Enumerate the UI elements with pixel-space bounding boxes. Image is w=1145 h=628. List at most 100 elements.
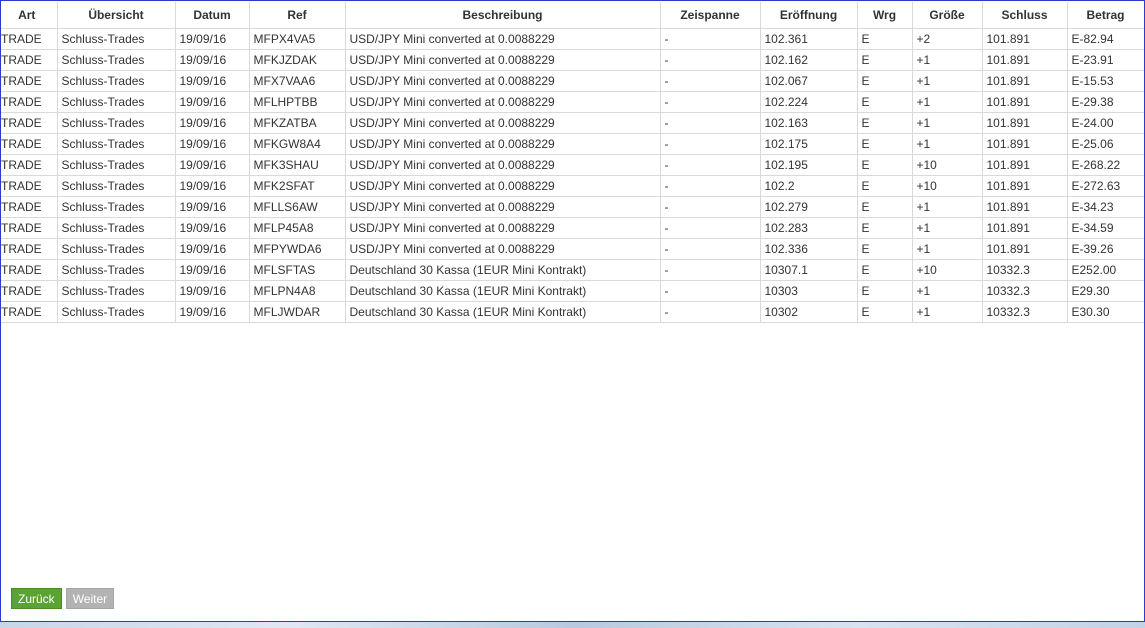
cell-beschreibung: Deutschland 30 Kassa (1EUR Mini Kontrakt… — [344, 301, 661, 323]
cell-eroeffnung: 102.279 — [759, 196, 858, 218]
cell-betrag: E-34.23 — [1066, 196, 1144, 218]
cell-ref: MFKJZDAK — [248, 49, 346, 71]
next-button[interactable]: Weiter — [65, 588, 115, 609]
cell-wrg: E — [856, 196, 913, 218]
cell-art: TRADE — [1, 175, 58, 197]
cell-groesse: +10 — [911, 175, 983, 197]
column-header-eroeffnung[interactable]: Eröffnung — [759, 2, 858, 29]
cell-eroeffnung: 102.361 — [759, 28, 858, 50]
cell-uebersicht: Schluss-Trades — [56, 28, 176, 50]
cell-zeispanne: - — [659, 196, 761, 218]
column-header-betrag[interactable]: Betrag — [1066, 2, 1144, 29]
cell-uebersicht: Schluss-Trades — [56, 259, 176, 281]
cell-ref: MFLSFTAS — [248, 259, 346, 281]
cell-schluss: 101.891 — [981, 133, 1068, 155]
back-button[interactable]: Zurück — [11, 588, 62, 609]
column-header-schluss[interactable]: Schluss — [981, 2, 1068, 29]
column-header-datum[interactable]: Datum — [174, 2, 250, 29]
cell-ref: MFLHPTBB — [248, 91, 346, 113]
cell-art: TRADE — [1, 154, 58, 176]
cell-beschreibung: USD/JPY Mini converted at 0.0088229 — [344, 238, 661, 260]
cell-eroeffnung: 102.175 — [759, 133, 858, 155]
cell-beschreibung: USD/JPY Mini converted at 0.0088229 — [344, 196, 661, 218]
cell-zeispanne: - — [659, 154, 761, 176]
cell-beschreibung: Deutschland 30 Kassa (1EUR Mini Kontrakt… — [344, 259, 661, 281]
cell-ref: MFPYWDA6 — [248, 238, 346, 260]
cell-art: TRADE — [1, 259, 58, 281]
cell-art: TRADE — [1, 28, 58, 50]
cell-zeispanne: - — [659, 259, 761, 281]
cell-datum: 19/09/16 — [174, 91, 250, 113]
cell-wrg: E — [856, 217, 913, 239]
column-header-zeispanne[interactable]: Zeispanne — [659, 2, 761, 29]
cell-zeispanne: - — [659, 238, 761, 260]
cell-eroeffnung: 10307.1 — [759, 259, 858, 281]
column-header-uebersicht[interactable]: Übersicht — [56, 2, 176, 29]
cell-eroeffnung: 102.2 — [759, 175, 858, 197]
column-header-wrg[interactable]: Wrg — [856, 2, 913, 29]
cell-wrg: E — [856, 49, 913, 71]
cell-eroeffnung: 10302 — [759, 301, 858, 323]
column-header-beschreibung[interactable]: Beschreibung — [344, 2, 661, 29]
cell-betrag: E-23.91 — [1066, 49, 1144, 71]
cell-art: TRADE — [1, 217, 58, 239]
cell-uebersicht: Schluss-Trades — [56, 217, 176, 239]
cell-datum: 19/09/16 — [174, 49, 250, 71]
cell-betrag: E30.30 — [1066, 301, 1144, 323]
report-frame: Art Übersicht Datum Ref Beschreibung Zei… — [0, 0, 1145, 622]
cell-datum: 19/09/16 — [174, 112, 250, 134]
cell-beschreibung: USD/JPY Mini converted at 0.0088229 — [344, 91, 661, 113]
cell-groesse: +1 — [911, 133, 983, 155]
cell-wrg: E — [856, 70, 913, 92]
column-header-ref[interactable]: Ref — [248, 2, 346, 29]
table-row: TRADE Schluss-Trades 19/09/16 MFLP45A8 USD/J… — [1, 217, 1144, 239]
cell-zeispanne: - — [659, 28, 761, 50]
cell-schluss: 101.891 — [981, 91, 1068, 113]
cell-datum: 19/09/16 — [174, 280, 250, 302]
column-header-groesse[interactable]: Größe — [911, 2, 983, 29]
table-row: TRADE Schluss-Trades 19/09/16 MFLSFTAS Deuts… — [1, 259, 1144, 281]
cell-wrg: E — [856, 133, 913, 155]
cell-uebersicht: Schluss-Trades — [56, 70, 176, 92]
cell-wrg: E — [856, 154, 913, 176]
table-row: TRADE Schluss-Trades 19/09/16 MFK2SFAT USD/J… — [1, 175, 1144, 197]
cell-beschreibung: USD/JPY Mini converted at 0.0088229 — [344, 133, 661, 155]
cell-uebersicht: Schluss-Trades — [56, 112, 176, 134]
cell-ref: MFPX4VA5 — [248, 28, 346, 50]
cell-art: TRADE — [1, 91, 58, 113]
cell-eroeffnung: 102.195 — [759, 154, 858, 176]
cell-schluss: 101.891 — [981, 175, 1068, 197]
cell-eroeffnung: 102.067 — [759, 70, 858, 92]
cell-wrg: E — [856, 91, 913, 113]
cell-groesse: +1 — [911, 196, 983, 218]
cell-schluss: 10332.3 — [981, 301, 1068, 323]
cell-beschreibung: USD/JPY Mini converted at 0.0088229 — [344, 217, 661, 239]
trades-table: Art Übersicht Datum Ref Beschreibung Zei… — [1, 2, 1144, 323]
table-row: TRADE Schluss-Trades 19/09/16 MFK3SHAU USD/J… — [1, 154, 1144, 176]
cell-ref: MFK3SHAU — [248, 154, 346, 176]
cell-schluss: 101.891 — [981, 238, 1068, 260]
cell-zeispanne: - — [659, 175, 761, 197]
cell-beschreibung: USD/JPY Mini converted at 0.0088229 — [344, 28, 661, 50]
cell-art: TRADE — [1, 112, 58, 134]
cell-groesse: +10 — [911, 259, 983, 281]
table-row: TRADE Schluss-Trades 19/09/16 MFKZATBA USD/J… — [1, 112, 1144, 134]
cell-datum: 19/09/16 — [174, 301, 250, 323]
cell-eroeffnung: 102.336 — [759, 238, 858, 260]
cell-groesse: +2 — [911, 28, 983, 50]
cell-eroeffnung: 102.283 — [759, 217, 858, 239]
cell-groesse: +1 — [911, 91, 983, 113]
column-header-art[interactable]: Art — [1, 2, 58, 29]
cell-art: TRADE — [1, 196, 58, 218]
cell-zeispanne: - — [659, 112, 761, 134]
cell-schluss: 10332.3 — [981, 259, 1068, 281]
table-row: TRADE Schluss-Trades 19/09/16 MFLLS6AW USD/J… — [1, 196, 1144, 218]
pagination: Zurück Weiter — [11, 588, 115, 609]
cell-zeispanne: - — [659, 280, 761, 302]
cell-schluss: 101.891 — [981, 49, 1068, 71]
window-bottom-edge — [0, 622, 1145, 628]
cell-ref: MFLJWDAR — [248, 301, 346, 323]
table-row: TRADE Schluss-Trades 19/09/16 MFLHPTBB USD/J… — [1, 91, 1144, 113]
cell-datum: 19/09/16 — [174, 154, 250, 176]
cell-betrag: E-34.59 — [1066, 217, 1144, 239]
